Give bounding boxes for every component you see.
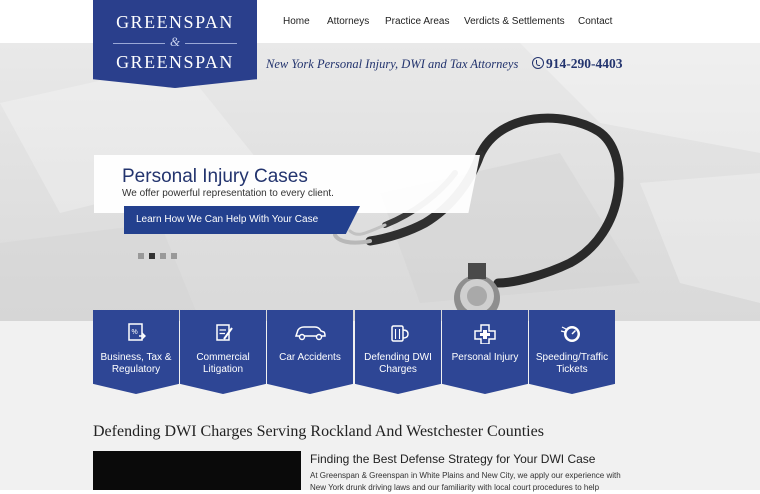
practice-tile-car-accidents[interactable]: Car Accidents — [267, 310, 353, 394]
practice-tile-label: Commercial Litigation — [196, 352, 250, 375]
practice-tile-commercial-litigation[interactable]: Commercial Litigation — [180, 310, 266, 394]
learn-more-button[interactable]: Learn How We Can Help With Your Case — [124, 206, 360, 234]
slider-dot-3[interactable] — [160, 253, 166, 259]
svg-text:%: % — [132, 329, 138, 336]
slider-dot-4[interactable] — [171, 253, 177, 259]
phone-icon — [532, 57, 544, 69]
nav-attorneys[interactable]: Attorneys — [327, 16, 369, 27]
logo-rule-right — [185, 43, 237, 44]
practice-tile-speeding-traffic[interactable]: Speeding/Traffic Tickets — [529, 310, 615, 394]
slider-pagination — [138, 246, 182, 264]
medical-cross-icon — [474, 324, 496, 344]
practice-tile-business-tax[interactable]: % Business, Tax & Regulatory — [93, 310, 179, 394]
document-pen-icon — [216, 324, 233, 341]
slider-dot-2[interactable] — [149, 253, 155, 259]
nav-contact[interactable]: Contact — [578, 16, 612, 27]
nav-home[interactable]: Home — [283, 16, 310, 27]
practice-tile-label: Personal Injury — [451, 352, 519, 363]
logo-line-2: GREENSPAN — [116, 52, 234, 72]
header-tagline: New York Personal Injury, DWI and Tax At… — [266, 57, 519, 71]
practice-tile-label: Defending DWI Charges — [364, 352, 432, 375]
phone-number[interactable]: 914-290-4403 — [532, 56, 623, 72]
nav-verdicts-settlements[interactable]: Verdicts & Settlements — [464, 16, 565, 27]
car-icon — [294, 326, 326, 341]
nav-practice-areas[interactable]: Practice Areas — [385, 16, 449, 27]
content-paragraph: At Greenspan & Greenspan in White Plains… — [310, 471, 621, 492]
section-heading: Defending DWI Charges Serving Rockland A… — [93, 423, 544, 440]
tax-document-icon: % — [128, 323, 146, 341]
logo-line-1: GREENSPAN — [116, 12, 234, 32]
firm-logo[interactable]: GREENSPAN & GREENSPAN — [93, 0, 257, 88]
stethoscope-image — [333, 113, 624, 321]
content-subheading: Finding the Best Defense Strategy for Yo… — [310, 452, 596, 466]
practice-tile-dwi-charges[interactable]: Defending DWI Charges — [355, 310, 441, 394]
speedometer-icon — [560, 326, 580, 342]
practice-tile-personal-injury[interactable]: Personal Injury — [442, 310, 528, 394]
practice-tile-label: Car Accidents — [279, 352, 341, 363]
slide-subtitle: We offer powerful representation to ever… — [122, 188, 334, 199]
practice-tile-label: Speeding/Traffic Tickets — [535, 352, 609, 375]
slide-title: Personal Injury Cases — [122, 166, 308, 187]
phone-number-text: 914-290-4403 — [546, 56, 623, 71]
beer-mug-icon — [391, 325, 409, 342]
logo-ampersand: & — [169, 34, 181, 49]
slider-dot-1[interactable] — [138, 253, 144, 259]
practice-tile-label: Business, Tax & Regulatory — [100, 352, 172, 375]
video-player[interactable] — [93, 451, 301, 490]
